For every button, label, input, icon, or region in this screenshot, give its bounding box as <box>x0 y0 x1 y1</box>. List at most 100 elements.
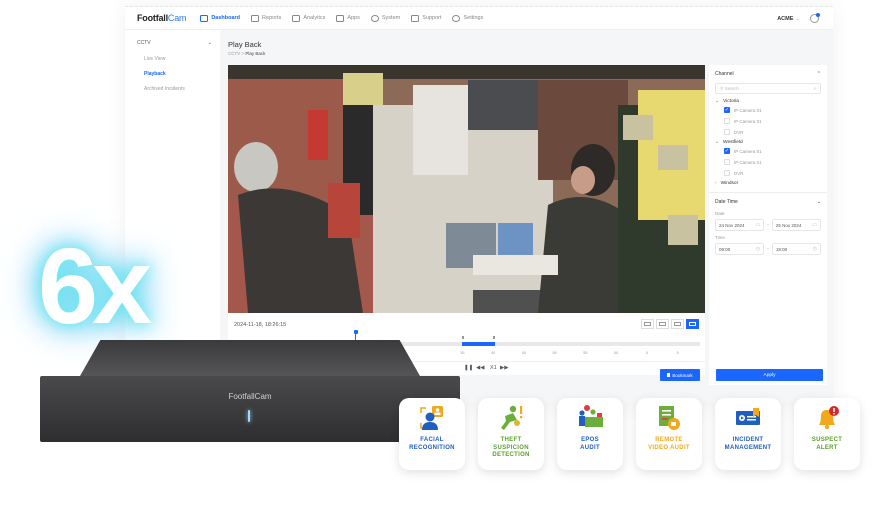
notification-dot <box>816 13 820 17</box>
nav-dashboard[interactable]: Dashboard <box>200 14 240 22</box>
bookmark-button[interactable]: Bookmark <box>660 369 700 381</box>
sidebar-item-archived-incidents[interactable]: Archived Incidents <box>144 86 220 92</box>
theft-suspicion-icon <box>501 405 523 430</box>
top-navbar: FootfallCam Dashboard Reports Analytics … <box>125 7 833 30</box>
checkbox[interactable] <box>724 159 730 165</box>
nav-analytics[interactable]: Analytics <box>292 14 326 22</box>
nav-apps[interactable]: Apps <box>336 14 360 22</box>
checkbox[interactable] <box>724 129 730 135</box>
timeline-tick-label: 50 <box>552 351 557 355</box>
selection-start-handle[interactable] <box>462 336 465 339</box>
timeline-tick-label: 35 <box>460 351 465 355</box>
checkbox-checked[interactable]: ✓ <box>724 107 730 113</box>
nav-label: Support <box>422 15 442 21</box>
nav-reports[interactable]: Reports <box>251 14 282 22</box>
cctv-video-frame[interactable] <box>228 65 705 313</box>
sidebar-item-playback[interactable]: Playback <box>144 71 220 77</box>
feature-label-line: DETECTION <box>492 452 530 458</box>
channel-label: IP Camera 01 <box>734 107 762 113</box>
timeline-tick-label: 55 <box>583 351 588 355</box>
feature-card-facial-recognition: FACIAL RECOGNITION <box>399 398 465 470</box>
feature-label-line: MANAGEMENT <box>724 444 772 451</box>
chevron-down-icon: ⌄ <box>715 99 720 104</box>
apply-button[interactable]: Apply <box>716 369 823 381</box>
channel-label: DVR <box>734 170 744 176</box>
reports-icon <box>251 14 260 22</box>
rewind-icon[interactable]: ◀◀ <box>476 365 484 371</box>
6x-headline: 6x <box>38 225 152 346</box>
group-name: Victoria <box>723 99 739 104</box>
incident-management-icon <box>736 408 760 425</box>
channel-item[interactable]: DVR <box>724 170 821 176</box>
checkbox-checked[interactable]: ✓ <box>724 148 730 154</box>
sidebar-item-live-view[interactable]: Live View <box>144 56 220 62</box>
support-icon <box>411 14 420 22</box>
sidebar-group-cctv[interactable]: CCTV ⌄ <box>137 40 220 46</box>
feature-label: FACIAL RECOGNITION <box>409 437 455 452</box>
search-icon: ⚲ <box>720 85 724 91</box>
nav-label: Settings <box>463 15 484 21</box>
device-led-indicator <box>248 410 250 422</box>
bookmark-label: Bookmark <box>672 372 693 378</box>
apps-icon <box>336 14 345 22</box>
feature-label-line: RECOGNITION <box>409 444 455 451</box>
timeline-selection[interactable] <box>462 342 495 346</box>
layout-9-button[interactable] <box>656 319 669 329</box>
breadcrumb-separator: > <box>241 51 245 56</box>
group-victoria[interactable]: ⌄ Victoria <box>715 99 821 104</box>
channel-item[interactable]: ✓ IP Camera 01 <box>724 148 821 154</box>
selection-end-handle[interactable] <box>492 336 495 339</box>
datetime-header[interactable]: Date Time ⌄ <box>715 199 821 205</box>
breadcrumb-root[interactable]: CCTV <box>228 51 240 56</box>
nav-system[interactable]: System <box>370 14 400 22</box>
group-windsor[interactable]: › Windsor <box>715 181 821 186</box>
account-dropdown[interactable]: ACME ⌄ <box>777 16 800 22</box>
feature-label: INCIDENT MANAGEMENT <box>725 437 772 452</box>
feature-label: SUSPECT ALERT <box>812 437 842 452</box>
time-to-field[interactable]: 18:00 ◷ <box>771 243 822 255</box>
notification-bell-icon[interactable] <box>810 13 820 23</box>
checkbox[interactable] <box>724 170 730 176</box>
layout-16-button[interactable] <box>641 319 654 329</box>
nav-label: Analytics <box>303 15 326 21</box>
layout-4-button[interactable] <box>671 319 684 329</box>
nav-settings[interactable]: Settings <box>452 14 484 22</box>
date-to-value: 25 Nov 2024 <box>775 222 802 228</box>
clock-icon: ◷ <box>755 246 761 252</box>
group-westfield[interactable]: ⌄ Westfield <box>715 140 821 145</box>
pause-icon[interactable]: ❚❚ <box>464 365 473 371</box>
channel-item[interactable]: IP Camera 01 <box>724 118 821 124</box>
feature-label-line: ALERT <box>816 444 838 451</box>
feature-label-line: INCIDENT <box>732 437 764 443</box>
breadcrumb-current: Play Back <box>245 51 266 56</box>
device-top-panel <box>80 340 420 376</box>
checkbox[interactable] <box>724 118 730 124</box>
layout-switcher <box>641 319 699 329</box>
speed-button[interactable]: X1 <box>490 365 497 371</box>
layout-2-button[interactable] <box>686 319 699 329</box>
chevron-down-icon: ⌄ <box>715 140 720 145</box>
channel-item[interactable]: IP Camera 01 <box>724 159 821 165</box>
logo[interactable]: FootfallCam <box>137 13 187 23</box>
remote-video-audit-icon <box>659 406 680 430</box>
feature-label-line: SUSPICION <box>493 444 529 451</box>
fast-forward-icon[interactable]: ▶▶ <box>500 365 508 371</box>
channel-item[interactable]: DVR <box>724 129 821 135</box>
channel-search-input[interactable]: ⚲ Search × <box>715 83 821 94</box>
channel-item[interactable]: ✓ IP Camera 01 <box>724 107 821 113</box>
time-from-field[interactable]: 09:00 ◷ <box>715 243 765 255</box>
channel-title: Channel <box>715 71 734 77</box>
filter-panel: Channel ⌃ ⚲ Search × ⌄ Victoria ✓ IP Camera … <box>709 65 827 385</box>
channel-header[interactable]: Channel ⌃ <box>715 71 821 77</box>
date-to-field[interactable]: 25 Nov 2024 ▭ <box>771 219 822 231</box>
date-from-field[interactable]: 24 Nov 2024 ▭ <box>715 219 765 231</box>
clear-icon[interactable]: × <box>813 86 816 91</box>
feature-label: EPOS AUDIT <box>580 437 600 452</box>
calendar-icon: ▭ <box>812 222 818 228</box>
nav-label: Apps <box>347 15 360 21</box>
nav-support[interactable]: Support <box>411 14 442 22</box>
feature-label-line: VIDEO AUDIT <box>648 444 690 451</box>
nav-label: Reports <box>262 15 282 21</box>
timeline-tick-label: 00 <box>613 351 619 355</box>
bookmark-icon <box>667 373 671 377</box>
